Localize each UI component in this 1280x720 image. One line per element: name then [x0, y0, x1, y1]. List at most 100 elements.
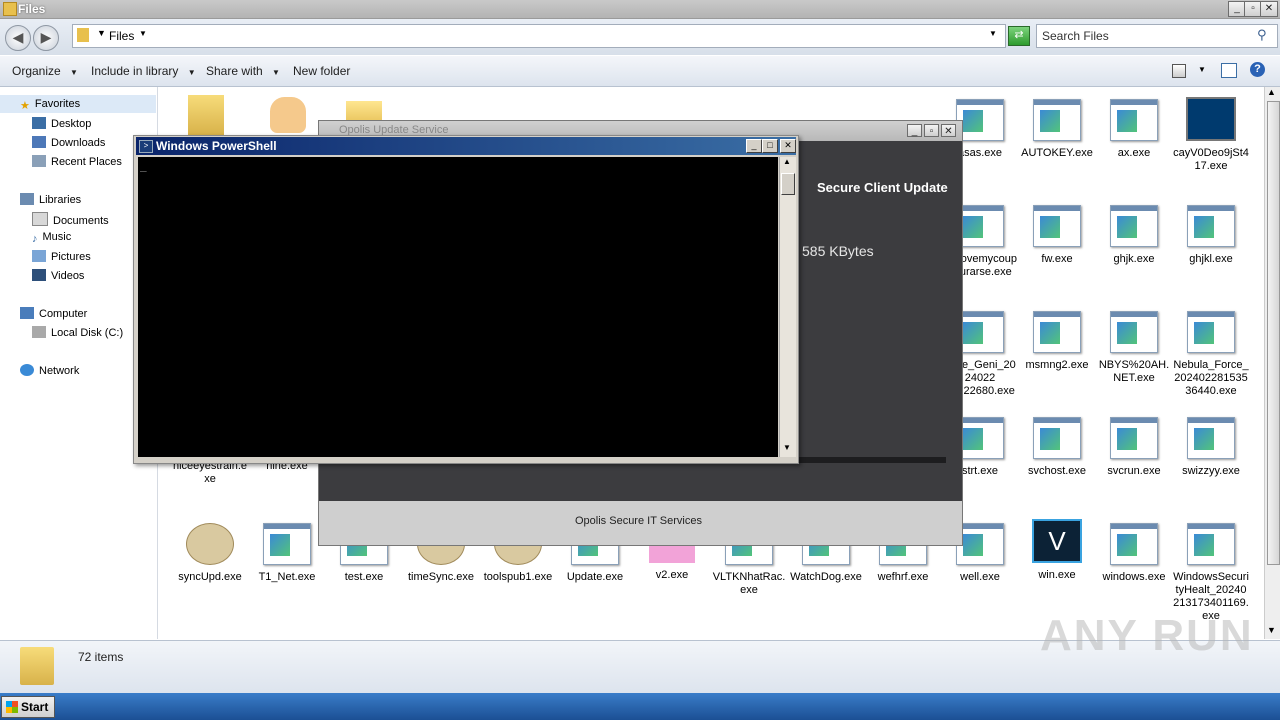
forward-button[interactable]: ▶	[33, 25, 59, 51]
exe-icon	[1033, 205, 1081, 247]
help-icon[interactable]: ?	[1250, 62, 1265, 77]
list-item[interactable]: T1_Net.exe	[249, 523, 325, 584]
footer-text: Opolis Secure IT Services	[575, 515, 702, 527]
list-item[interactable]: msmng2.exe	[1019, 311, 1095, 372]
list-item[interactable]: Nebula_Force_20240228153536440.exe	[1173, 311, 1249, 398]
list-item[interactable]: svcrun.exe	[1096, 417, 1172, 478]
desktop-icon	[32, 117, 46, 129]
view-options-icon[interactable]	[1172, 64, 1186, 78]
desktop-label: Desktop	[51, 118, 92, 130]
console-area[interactable]: _	[138, 157, 778, 457]
nav-videos[interactable]: Videos	[32, 269, 84, 282]
powershell-title: Windows PowerShell	[156, 139, 277, 153]
list-item[interactable]: Vwin.exe	[1019, 519, 1095, 582]
minimize-button[interactable]: _	[746, 139, 762, 153]
exe-icon	[1033, 99, 1081, 141]
scroll-thumb[interactable]	[1267, 101, 1280, 565]
recent-places-label: Recent Places	[51, 156, 122, 168]
exe-icon	[263, 523, 311, 565]
history-dropdown-icon[interactable]: ▼	[989, 29, 997, 38]
list-item[interactable]: ax.exe	[1096, 99, 1172, 160]
preview-pane-icon[interactable]	[1221, 63, 1237, 78]
list-item[interactable]: NBYS%20AH.NET.exe	[1096, 311, 1172, 385]
list-item[interactable]: cayV0Deo9jSt417.exe	[1173, 97, 1249, 173]
chevron-right-icon[interactable]: ▼	[97, 28, 106, 38]
chevron-down-icon: ▼	[187, 68, 196, 77]
terminal-computer-icon	[1186, 97, 1236, 141]
vertical-scrollbar[interactable]: ▲ ▼	[1264, 87, 1280, 639]
nav-local-disk[interactable]: Local Disk (C:)	[32, 326, 123, 339]
minimize-button[interactable]: _	[907, 124, 922, 137]
file-name: AUTOKEY.exe	[1021, 147, 1093, 159]
list-item[interactable]: fw.exe	[1019, 205, 1095, 266]
documents-icon	[32, 212, 48, 226]
file-name: wefhrf.exe	[877, 571, 929, 583]
powershell-window[interactable]: > Windows PowerShell _ □ ✕ _ ▲ ▼	[133, 135, 799, 464]
maximize-button[interactable]: ▫	[924, 124, 939, 137]
nav-libraries[interactable]: Libraries	[20, 193, 81, 206]
search-placeholder: Search Files	[1042, 29, 1109, 43]
scroll-up-arrow[interactable]: ▲	[1267, 87, 1276, 97]
list-item[interactable]: WindowsSecurityHealt_20240213173401169.e…	[1173, 523, 1249, 623]
file-name: ax.exe	[1117, 147, 1151, 159]
console-cursor: _	[140, 159, 147, 172]
scroll-down-arrow[interactable]: ▼	[1267, 625, 1276, 635]
nav-recent-places[interactable]: Recent Places	[32, 155, 122, 168]
maximize-button[interactable]: □	[762, 139, 778, 153]
console-scrollbar[interactable]: ▲ ▼	[779, 157, 796, 457]
search-input[interactable]: Search Files ⚲	[1036, 24, 1278, 48]
close-button[interactable]: ✕	[780, 139, 796, 153]
list-item[interactable]: ghjkl.exe	[1173, 205, 1249, 266]
list-item[interactable]: syncUpd.exe	[172, 523, 248, 584]
exe-icon	[1110, 417, 1158, 459]
scroll-down-arrow[interactable]: ▼	[783, 443, 791, 452]
share-with-button[interactable]: Share with ▼	[206, 64, 280, 78]
exe-icon	[1110, 99, 1158, 141]
list-item[interactable]: windows.exe	[1096, 523, 1172, 584]
search-icon[interactable]: ⚲	[1257, 27, 1273, 43]
cat-icon[interactable]	[270, 97, 306, 133]
favorites-label: Favorites	[34, 98, 81, 110]
back-button[interactable]: ◀	[5, 25, 31, 51]
nav-music[interactable]: ♪ Music	[32, 231, 71, 245]
opolis-footer: Opolis Secure IT Services	[319, 501, 962, 545]
exe-icon	[1110, 311, 1158, 353]
nav-desktop[interactable]: Desktop	[32, 117, 91, 130]
list-item[interactable]: svchost.exe	[1019, 417, 1095, 478]
nav-favorites[interactable]: ★ Favorites	[20, 98, 81, 112]
nav-downloads[interactable]: Downloads	[32, 136, 105, 149]
windows-logo-icon	[6, 701, 18, 713]
include-in-library-button[interactable]: Include in library ▼	[91, 64, 196, 78]
folder-icon[interactable]	[188, 95, 224, 135]
start-button[interactable]: Start	[1, 696, 55, 718]
list-item[interactable]: swizzyy.exe	[1173, 417, 1249, 478]
exe-icon	[956, 311, 1004, 353]
file-name: fw.exe	[1041, 253, 1073, 265]
exe-icon	[1033, 311, 1081, 353]
new-folder-button[interactable]: New folder	[293, 64, 350, 78]
list-item[interactable]: AUTOKEY.exe	[1019, 99, 1095, 160]
file-name: strt.exe	[961, 465, 999, 477]
chevron-down-icon[interactable]: ▼	[139, 29, 147, 38]
close-button[interactable]: ✕	[1260, 1, 1278, 17]
scroll-up-arrow[interactable]: ▲	[783, 157, 791, 166]
close-button[interactable]: ✕	[941, 124, 956, 137]
file-name: swizzyy.exe	[1182, 465, 1240, 477]
refresh-button[interactable]: ⇄	[1008, 26, 1030, 46]
videos-label: Videos	[51, 270, 85, 282]
nav-computer[interactable]: Computer	[20, 307, 87, 320]
details-pane: 72 items ANY RUN	[0, 611, 1280, 693]
v-logo-icon: V	[1032, 519, 1082, 563]
nav-network[interactable]: Network	[20, 364, 79, 377]
list-item[interactable]: ghjk.exe	[1096, 205, 1172, 266]
window-title: Files	[18, 2, 46, 16]
speech-bubble-icon	[186, 523, 234, 565]
address-box[interactable]: ▼ Files ▼ ▼	[72, 24, 1006, 48]
scroll-thumb[interactable]	[781, 173, 795, 195]
breadcrumb[interactable]: Files	[109, 29, 134, 43]
nav-documents[interactable]: Documents	[32, 212, 109, 227]
nav-pictures[interactable]: Pictures	[32, 250, 91, 263]
chevron-down-icon[interactable]: ▼	[1198, 65, 1206, 74]
organize-button[interactable]: Organize ▼	[12, 64, 78, 78]
file-name: ghjkl.exe	[1189, 253, 1233, 265]
